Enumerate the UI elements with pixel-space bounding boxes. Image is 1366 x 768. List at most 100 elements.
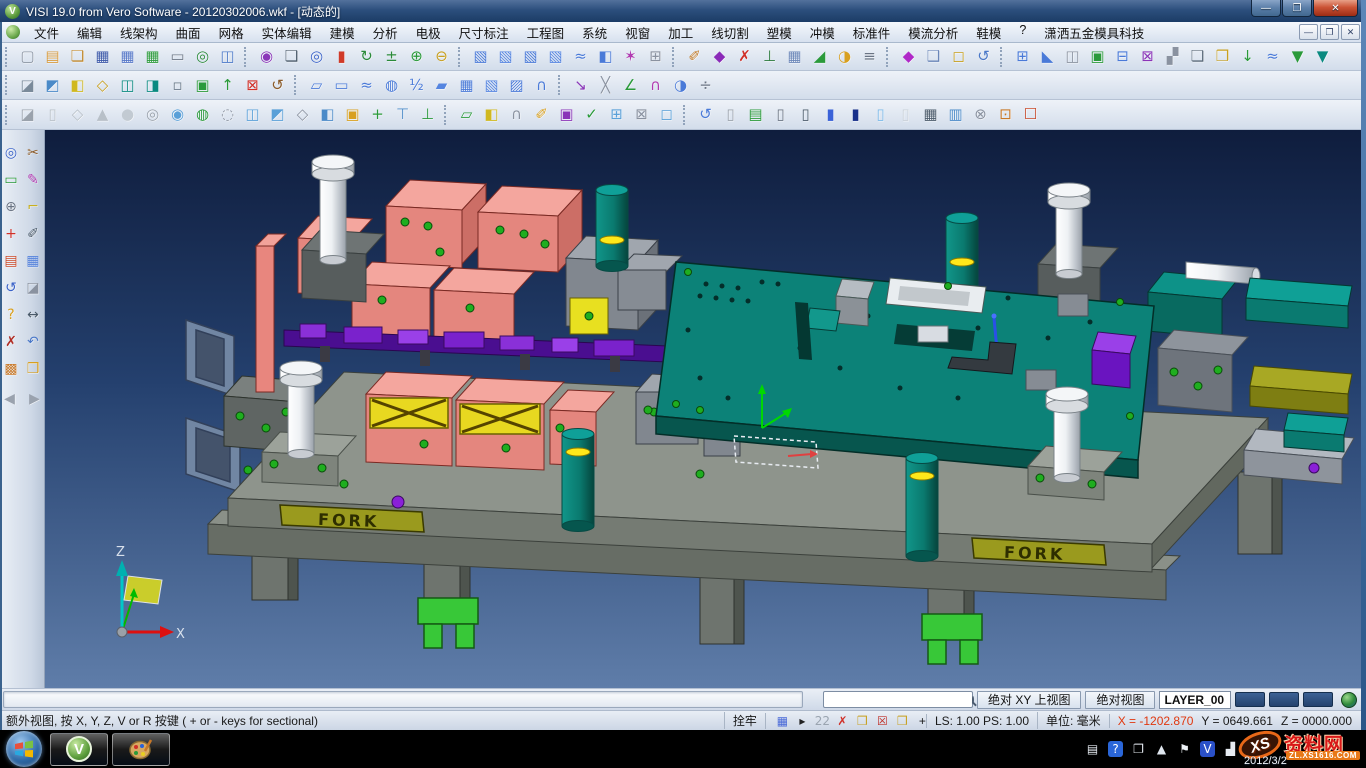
delete-marked-icon[interactable]: ✗ — [732, 45, 757, 69]
delete-red-icon[interactable]: ✗ — [834, 713, 851, 729]
network-status-icon[interactable]: ▟ — [1223, 741, 1238, 757]
face-pull-icon[interactable]: ↑ — [215, 73, 240, 97]
visibility-zoom-icon[interactable]: ◎ — [304, 45, 329, 69]
sweep-translate-icon[interactable]: ≈ — [1260, 45, 1285, 69]
layer-selector[interactable]: LAYER_00 — [1159, 691, 1231, 709]
menu-item[interactable]: 实体编辑 — [253, 23, 321, 42]
new-document-icon[interactable]: ▢ — [15, 45, 40, 69]
profile-corner-icon[interactable]: ⌐ — [23, 196, 44, 218]
solid-small-icon[interactable]: ▫ — [165, 73, 190, 97]
back-arrow-icon[interactable]: ◀ — [0, 388, 20, 410]
draft-wedge-icon[interactable]: ◢ — [807, 45, 832, 69]
toolbar-grip[interactable] — [294, 75, 301, 95]
box-arrow-icon[interactable]: ❒ — [854, 713, 871, 729]
divide-curve-icon[interactable]: ÷ — [693, 73, 718, 97]
base-flange-icon[interactable]: ◣ — [1035, 45, 1060, 69]
lid-solid-icon[interactable]: ◧ — [315, 103, 340, 127]
save-as-icon[interactable]: ▦ — [115, 45, 140, 69]
menu-item[interactable]: 文件 — [25, 23, 68, 42]
link-solids-icon[interactable]: ⊞ — [1010, 45, 1035, 69]
show-entities-icon[interactable]: ⊕ — [404, 45, 429, 69]
show-hidden-icons-icon[interactable]: ▲ — [1154, 741, 1169, 757]
apply-feature-icon[interactable]: ✓ — [579, 103, 604, 127]
start-button[interactable] — [6, 731, 42, 767]
hole-custom-icon[interactable]: ⊡ — [993, 103, 1018, 127]
intersect-curves-icon[interactable]: ∩ — [643, 73, 668, 97]
surface-offset-icon[interactable]: ▧ — [468, 45, 493, 69]
render-traffic-light-icon[interactable]: ▮ — [329, 45, 354, 69]
solid-shade-icon[interactable]: ◪ — [15, 73, 40, 97]
stamp-top-icon[interactable]: ⊤ — [390, 103, 415, 127]
command-prompt-bar[interactable] — [3, 691, 803, 708]
open-copy-icon[interactable]: ❏ — [65, 45, 90, 69]
open-file-icon[interactable]: ▤ — [40, 45, 65, 69]
menu-item[interactable]: 潇洒五金模具科技 — [1035, 23, 1153, 42]
pair-link-icon[interactable]: 22 — [814, 713, 831, 729]
menu-item[interactable]: 塑模 — [758, 23, 801, 42]
help-center-icon[interactable]: ? — [1108, 741, 1123, 757]
surface-split-icon[interactable]: ◧ — [593, 45, 618, 69]
menu-item[interactable]: 鞋模 — [967, 23, 1010, 42]
hole-mesh-icon[interactable]: ▦ — [918, 103, 943, 127]
toolbar-grip[interactable] — [558, 75, 565, 95]
layer-stack-icon[interactable]: ≡ — [857, 45, 882, 69]
toolbar-grip[interactable] — [683, 105, 690, 125]
print-icon[interactable]: ▭ — [165, 45, 190, 69]
visi-tray-icon[interactable]: V — [1200, 741, 1215, 757]
hole-threaded-icon[interactable]: ▤ — [743, 103, 768, 127]
hole-light-icon[interactable]: ▯ — [868, 103, 893, 127]
export-image-icon[interactable]: ❒ — [23, 358, 44, 380]
move-cubes-icon[interactable]: ⊞ — [604, 103, 629, 127]
menu-item[interactable]: 电极 — [407, 23, 450, 42]
toolbar-grip[interactable] — [5, 105, 12, 125]
sphere-intersect-icon[interactable]: ◌ — [215, 103, 240, 127]
paste-entity-icon[interactable]: ❒ — [1210, 45, 1235, 69]
save-icon[interactable]: ▦ — [90, 45, 115, 69]
hole-refresh-icon[interactable]: ↺ — [693, 103, 718, 127]
unite-body-icon[interactable]: ⊠ — [1135, 45, 1160, 69]
hole-white-icon[interactable]: ▯ — [893, 103, 918, 127]
zoom-options-icon[interactable]: ⊕ — [1, 196, 22, 218]
tool-palette-icon[interactable]: ▤ — [1, 250, 22, 272]
zoom-select-icon[interactable]: ◎ — [1, 142, 22, 164]
grab-cube-icon[interactable]: ◻ — [654, 103, 679, 127]
view-preset-button-3[interactable] — [1303, 692, 1333, 707]
workplane-confirm-icon[interactable]: ▱ — [454, 103, 479, 127]
menu-item[interactable]: 线切割 — [702, 23, 758, 42]
grid-plane-icon[interactable]: ▦ — [23, 250, 44, 272]
hole-navy-icon[interactable]: ▮ — [843, 103, 868, 127]
viewport-3d-canvas[interactable]: FORK FORK — [45, 130, 1366, 688]
keyboard-icon[interactable]: ▤ — [1085, 741, 1100, 757]
delete-entity-icon[interactable]: ✗ — [1, 331, 22, 353]
menu-item[interactable]: 曲面 — [167, 23, 210, 42]
print-preview-icon[interactable]: ◎ — [190, 45, 215, 69]
toolbar-grip[interactable] — [444, 105, 451, 125]
copy-entity-icon[interactable]: ❏ — [1185, 45, 1210, 69]
import-press-icon[interactable]: ▼ — [1285, 45, 1310, 69]
hole-slot-icon[interactable]: ▥ — [943, 103, 968, 127]
surface-extend-icon[interactable]: ▧ — [518, 45, 543, 69]
insert-body-icon[interactable]: ▣ — [1085, 45, 1110, 69]
backup-save-icon[interactable]: ▦ — [782, 45, 807, 69]
hole-blind-icon[interactable]: ▯ — [793, 103, 818, 127]
surface-blend-icon[interactable]: ▧ — [543, 45, 568, 69]
toolbar-grip[interactable] — [1000, 47, 1007, 67]
lock-toggle[interactable]: 拴牢 — [724, 712, 765, 729]
search-box[interactable] — [823, 691, 973, 708]
stamp-bottom-icon[interactable]: ⊥ — [415, 103, 440, 127]
menu-item[interactable]: 尺寸标注 — [450, 23, 518, 42]
cylinder-primitive-icon[interactable]: ▯ — [40, 103, 65, 127]
edge-extract-icon[interactable]: ∠ — [618, 73, 643, 97]
translate-down-icon[interactable]: ↓ — [1235, 45, 1260, 69]
solid-replace-icon[interactable]: ↺ — [265, 73, 290, 97]
mdi-restore-button[interactable]: ❐ — [1320, 24, 1339, 40]
box-primitive-icon[interactable]: ◪ — [15, 103, 40, 127]
menu-item[interactable]: 冲模 — [801, 23, 844, 42]
surface-twist-icon[interactable]: ≈ — [568, 45, 593, 69]
menu-item[interactable]: 标准件 — [844, 23, 900, 42]
snap-grid-icon[interactable]: ▦ — [774, 713, 791, 729]
sphere-subtract-icon[interactable]: ◍ — [190, 103, 215, 127]
mirror-solid-icon[interactable]: ◫ — [1060, 45, 1085, 69]
restore-button[interactable]: ❐ — [1282, 0, 1312, 17]
menu-item[interactable]: 线架构 — [111, 23, 167, 42]
